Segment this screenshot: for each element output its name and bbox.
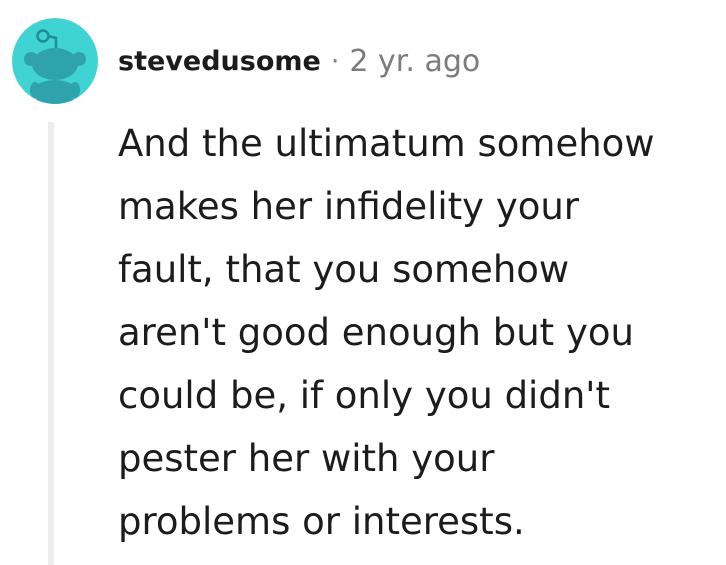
username-link[interactable]: stevedusome <box>118 46 321 77</box>
comment-header: stevedusome · 2 yr. ago <box>118 38 480 84</box>
comment-body: And the ultimatum somehow makes her infi… <box>118 122 655 543</box>
timestamp-link[interactable]: 2 yr. ago <box>349 44 480 79</box>
comment: stevedusome · 2 yr. ago And the ultimatu… <box>0 0 726 565</box>
avatar[interactable] <box>12 18 98 104</box>
reddit-snoo-avatar-icon <box>12 18 98 104</box>
thread-line[interactable] <box>48 122 54 565</box>
separator-dot: · <box>330 45 340 77</box>
